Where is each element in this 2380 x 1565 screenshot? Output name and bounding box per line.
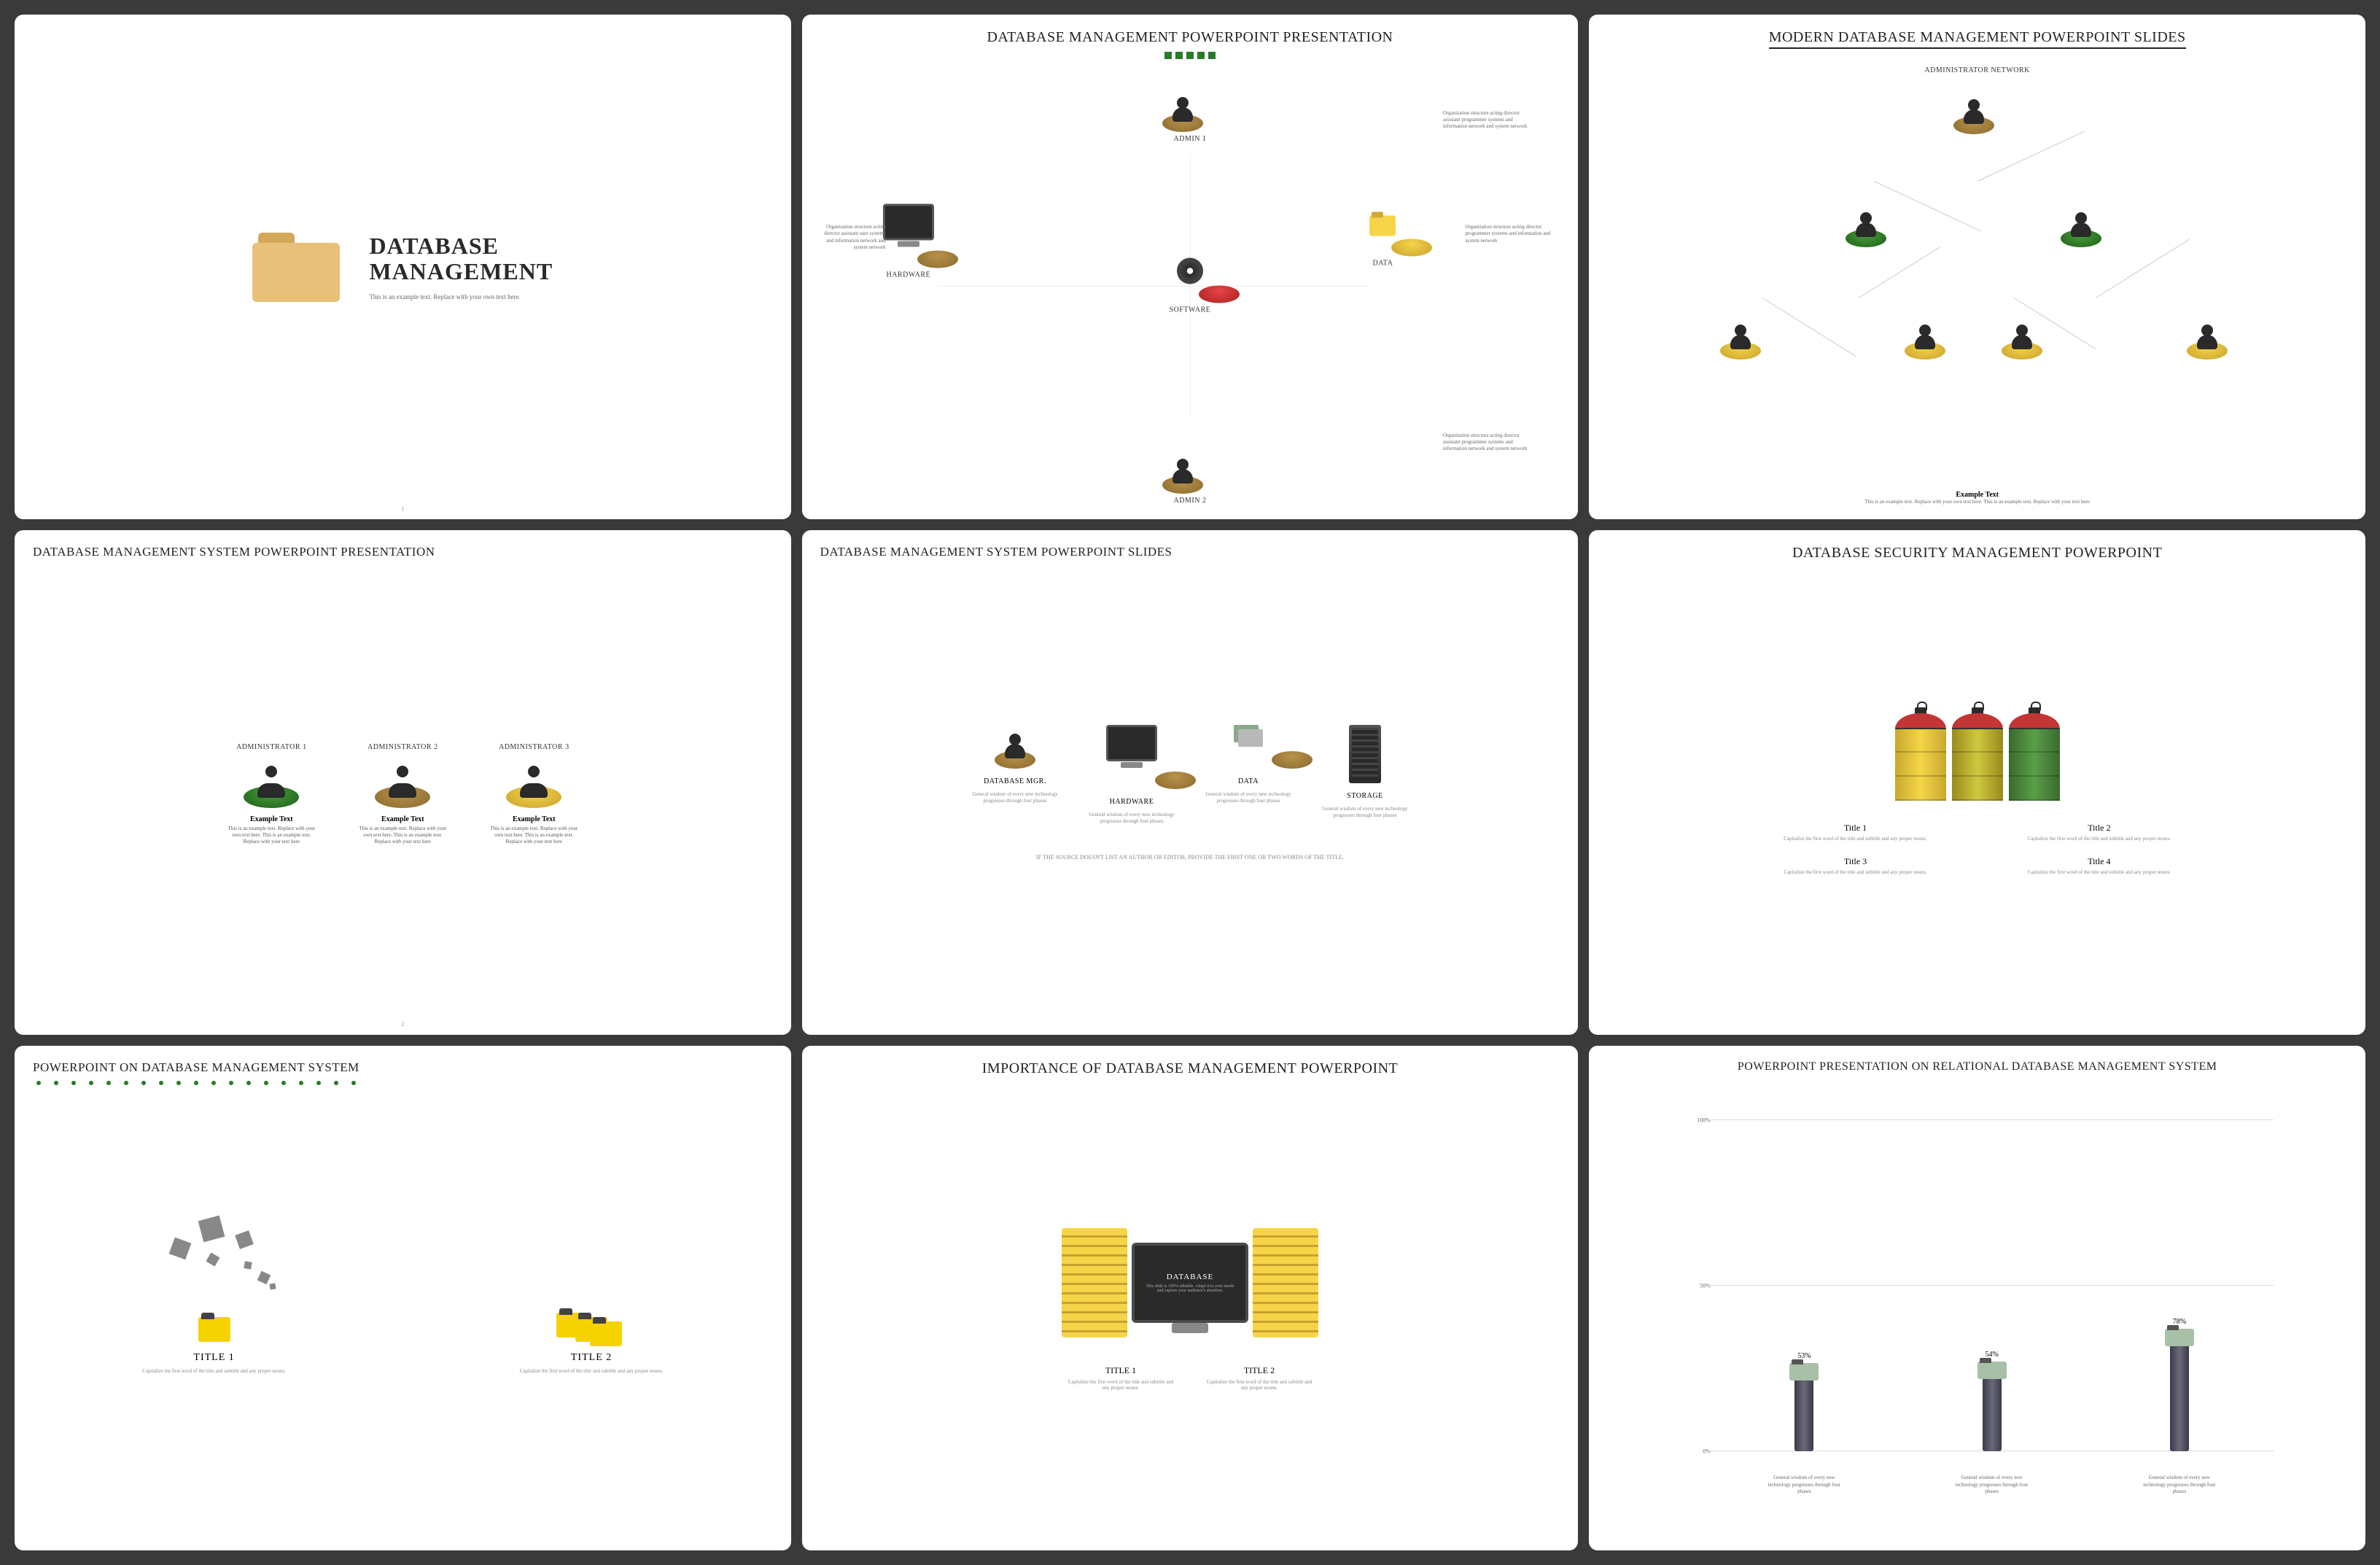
title-block: TITLE 2Capitalize the first word of the … [1205, 1365, 1314, 1391]
db-cylinders [1895, 713, 2060, 801]
files-icon [1234, 725, 1263, 747]
x-label: General wisdom of every new technology p… [1768, 1475, 1840, 1494]
caption: Organization structure acting director a… [1443, 110, 1538, 130]
node-data: DATA [1353, 216, 1412, 268]
decoration-dots [33, 1081, 773, 1085]
monitor-icon: DATABASE This slide is 100% editable. Ad… [1132, 1243, 1248, 1323]
decoration-dots [820, 52, 1560, 59]
node-hardware: HARDWARE [879, 204, 938, 279]
slide-grid: DATABASEMANAGEMENT This is an example te… [15, 15, 2365, 1550]
subtitle: This is an example text. Replace with yo… [369, 293, 553, 300]
server-block-icon [1062, 1228, 1127, 1337]
tree-node [1844, 203, 1895, 247]
database-scene: DATABASE This slide is 100% editable. Ad… [1062, 1228, 1318, 1337]
x-label: General wisdom of every new technology p… [2143, 1475, 2216, 1494]
database-icon [1895, 713, 1946, 801]
slide-7: POWERPOINT ON DATABASE MANAGEMENT SYSTEM [15, 1046, 791, 1550]
node-admin1: ADMIN 1 [1161, 88, 1219, 143]
slide-title: POWERPOINT ON DATABASE MANAGEMENT SYSTEM [33, 1060, 773, 1075]
title-1-block: TITLE 1 Capitalize the first word of the… [88, 1240, 340, 1374]
caption: Organization structure acting director a… [1443, 432, 1538, 452]
slide-5: DATABASE MANAGEMENT SYSTEM POWERPOINT SL… [802, 530, 1579, 1035]
page-number: 2 [401, 1021, 404, 1028]
x-label: General wisdom of every new technology p… [1956, 1475, 2029, 1494]
flying-bits-icon [164, 1232, 295, 1305]
folder-icon [198, 1317, 230, 1342]
slide-title: DATABASE SECURITY MANAGEMENT POWERPOINT [1607, 545, 2347, 562]
slide-title: MODERN DATABASE MANAGEMENT POWERPOINT SL… [1607, 29, 2347, 49]
slide-title: POWERPOINT PRESENTATION ON RELATIONAL DA… [1607, 1060, 2347, 1073]
chart-bar: 53% [1778, 1352, 1829, 1451]
tree-node [2059, 203, 2110, 247]
folder-icon [590, 1321, 622, 1346]
tree-node [1719, 316, 1770, 360]
footnote: IF THE SOURCE DOESN'T LIST AN AUTHOR OR … [1036, 854, 1344, 861]
slide-4: DATABASE MANAGEMENT SYSTEM POWERPOINT PR… [15, 530, 791, 1035]
main-title: DATABASEMANAGEMENT [369, 233, 553, 284]
slide-6: DATABASE SECURITY MANAGEMENT POWERPOINT … [1589, 530, 2365, 1035]
page-number: 1 [401, 505, 404, 512]
tree-node [2000, 316, 2051, 360]
slide-9: POWERPOINT PRESENTATION ON RELATIONAL DA… [1589, 1046, 2365, 1550]
example-caption: Example Text This is an example text. Re… [1681, 491, 2274, 505]
tree-node [1903, 316, 1954, 360]
slide-title: DATABASE MANAGEMENT SYSTEM POWERPOINT SL… [820, 545, 1560, 559]
bar-chart: 100% 50% 0% 53%54%78% General wisdom of … [1681, 1120, 2274, 1494]
folder-icon [252, 233, 340, 302]
server-icon [1349, 725, 1381, 783]
database-icon [1952, 713, 2003, 801]
caption: Organization structure acting director a… [820, 224, 886, 250]
title-block: Title 1Capitalize the first word of the … [1755, 823, 1955, 842]
root-label: ADMINISTRATOR NETWORK [1924, 66, 2029, 74]
admin-item-1: ADMINISTRATOR 1 Example Text This is an … [224, 740, 319, 845]
chart-bar: 54% [1967, 1351, 2018, 1451]
node-admin2: ADMIN 2 [1161, 450, 1219, 505]
monitor-icon [883, 204, 934, 241]
node-software: SOFTWARE [1161, 257, 1219, 314]
item-data: DATA General wisdom of every new technol… [1205, 725, 1292, 825]
caption: Organization structure acting director p… [1465, 224, 1560, 244]
admin-item-3: ADMINISTRATOR 3 Example Text This is an … [486, 740, 581, 845]
title-2-block: TITLE 2 Capitalize the first word of the… [466, 1240, 718, 1374]
slide-2: DATABASE MANAGEMENT POWERPOINT PRESENTAT… [802, 15, 1579, 519]
title-block: Title 3Capitalize the first word of the … [1755, 856, 1955, 875]
title-block: TITLE 1Capitalize the first word of the … [1066, 1365, 1175, 1391]
monitor-icon [1106, 725, 1157, 761]
title-block: Title 2Capitalize the first word of the … [1999, 823, 2199, 842]
slide-8: IMPORTANCE OF DATABASE MANAGEMENT POWERP… [802, 1046, 1579, 1550]
slide-title: DATABASE MANAGEMENT POWERPOINT PRESENTAT… [820, 29, 1560, 46]
chart-bar: 78% [2154, 1318, 2205, 1451]
slide-title: IMPORTANCE OF DATABASE MANAGEMENT POWERP… [820, 1060, 1560, 1077]
item-hardware: HARDWARE General wisdom of every new tec… [1088, 725, 1175, 825]
slide-title: DATABASE MANAGEMENT SYSTEM POWERPOINT PR… [33, 545, 773, 559]
admin-item-2: ADMINISTRATOR 2 Example Text This is an … [355, 740, 450, 845]
folder-icon [1369, 216, 1396, 236]
tree-node [2185, 316, 2236, 360]
item-storage: STORAGE General wisdom of every new tech… [1321, 725, 1409, 825]
slide-3: MODERN DATABASE MANAGEMENT POWERPOINT SL… [1589, 15, 2365, 519]
tree-root [1952, 90, 2003, 134]
slide-1: DATABASEMANAGEMENT This is an example te… [15, 15, 791, 519]
server-block-icon [1253, 1228, 1318, 1337]
title-block: Title 4Capitalize the first word of the … [1999, 856, 2199, 875]
database-icon [2009, 713, 2060, 801]
item-dbmgr: DATABASE MGR. General wisdom of every ne… [971, 725, 1059, 825]
disc-icon [1177, 257, 1203, 284]
